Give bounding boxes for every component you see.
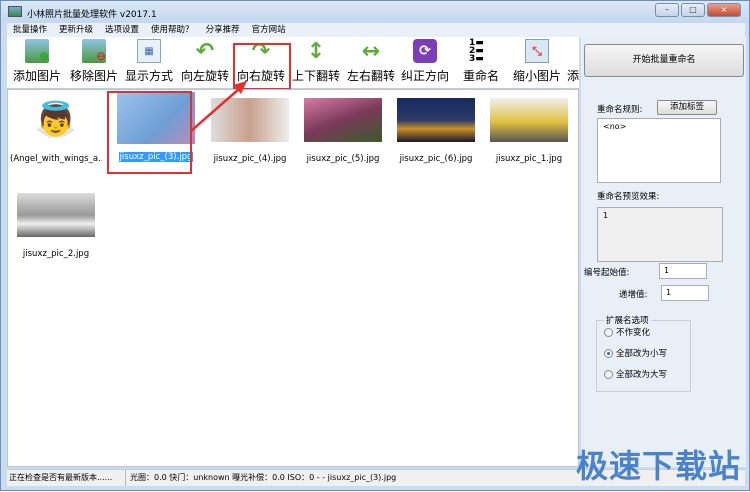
radio-lowercase[interactable]: 全部改为小写 — [604, 347, 667, 359]
radio-uppercase[interactable]: 全部改为大写 — [604, 368, 667, 380]
increment-input[interactable]: 1 — [661, 285, 709, 301]
rename-panel: 开始批量重命名 重命名规则: 添加标签 <no> 重命名预览效果: 1 编号起始… — [581, 37, 746, 467]
watermark: 极速下载站 — [576, 447, 742, 485]
start-number-label: 编号起始值: — [584, 268, 630, 278]
start-number-input[interactable]: 1 — [659, 263, 707, 279]
status-exif-info: 光圈：0.0 快门：unknown 曝光补偿：0.0 ISO：0 - - jis… — [125, 470, 396, 486]
add-tag-button[interactable]: 添加标签 — [657, 100, 717, 115]
radio-no-change[interactable]: 不作变化 — [604, 326, 650, 338]
increment-label: 递增值: — [619, 290, 648, 300]
preview-output: 1 — [597, 207, 723, 262]
rename-rule-input[interactable]: <no> — [597, 118, 721, 183]
preview-label: 重命名预览效果: — [597, 192, 660, 202]
radio-icon — [604, 327, 613, 337]
app-window: 小林照片批量处理软件 v2017.1 – □ × 批量操作 更新升级 选项设置 … — [0, 0, 750, 491]
status-update-check: 正在检查是否有最新版本...... — [9, 473, 113, 482]
rename-rule-label: 重命名规则: — [597, 105, 643, 115]
radio-checked-icon — [604, 348, 613, 358]
radio-icon — [604, 369, 613, 379]
extension-options-label: 扩展名选项 — [604, 314, 651, 326]
start-batch-rename-button[interactable]: 开始批量重命名 — [584, 44, 744, 77]
